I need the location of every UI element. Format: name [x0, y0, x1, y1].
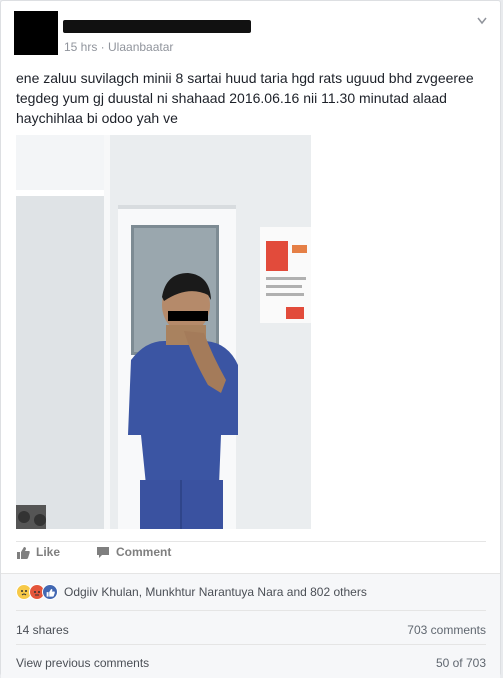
post-footer: Odgiiv Khulan, Munkhtur Narantuya Nara a…	[1, 573, 500, 678]
divider	[16, 610, 486, 611]
comments-page-count: 50 of 703	[435, 656, 486, 670]
shares-count[interactable]: 14 shares	[16, 623, 69, 637]
post-text: ene zaluu suvilagch minii 8 sartai huud …	[16, 70, 474, 126]
avatar[interactable]	[14, 11, 58, 55]
view-previous-comments-link[interactable]: View previous comments	[16, 656, 149, 670]
comment-icon	[96, 546, 110, 559]
thumbs-up-icon	[16, 546, 30, 559]
like-label: Like	[36, 545, 61, 559]
post-meta[interactable]: 15 hrs · Ulaanbaatar	[64, 40, 173, 54]
comments-count[interactable]: 703 comments	[407, 623, 486, 637]
like-button[interactable]: Like	[16, 545, 60, 559]
comment-label: Comment	[116, 545, 172, 559]
comments-navigation: View previous comments 50 of 703	[16, 656, 486, 670]
post-stats: 14 shares 703 comments	[16, 623, 486, 637]
post-photo[interactable]	[16, 135, 311, 529]
reactions-summary[interactable]: Odgiiv Khulan, Munkhtur Narantuya Nara a…	[16, 584, 367, 600]
chevron-down-icon[interactable]	[477, 17, 487, 26]
divider	[16, 541, 486, 542]
post-card: 15 hrs · Ulaanbaatar ene zaluu suvilagch…	[0, 0, 501, 678]
author-name-redacted[interactable]	[63, 20, 251, 33]
like-icon	[42, 584, 58, 600]
post-actions: Like Comment	[16, 545, 171, 559]
divider	[16, 644, 486, 645]
comment-button[interactable]: Comment	[96, 545, 171, 559]
reactions-text[interactable]: Odgiiv Khulan, Munkhtur Narantuya Nara a…	[64, 585, 367, 599]
